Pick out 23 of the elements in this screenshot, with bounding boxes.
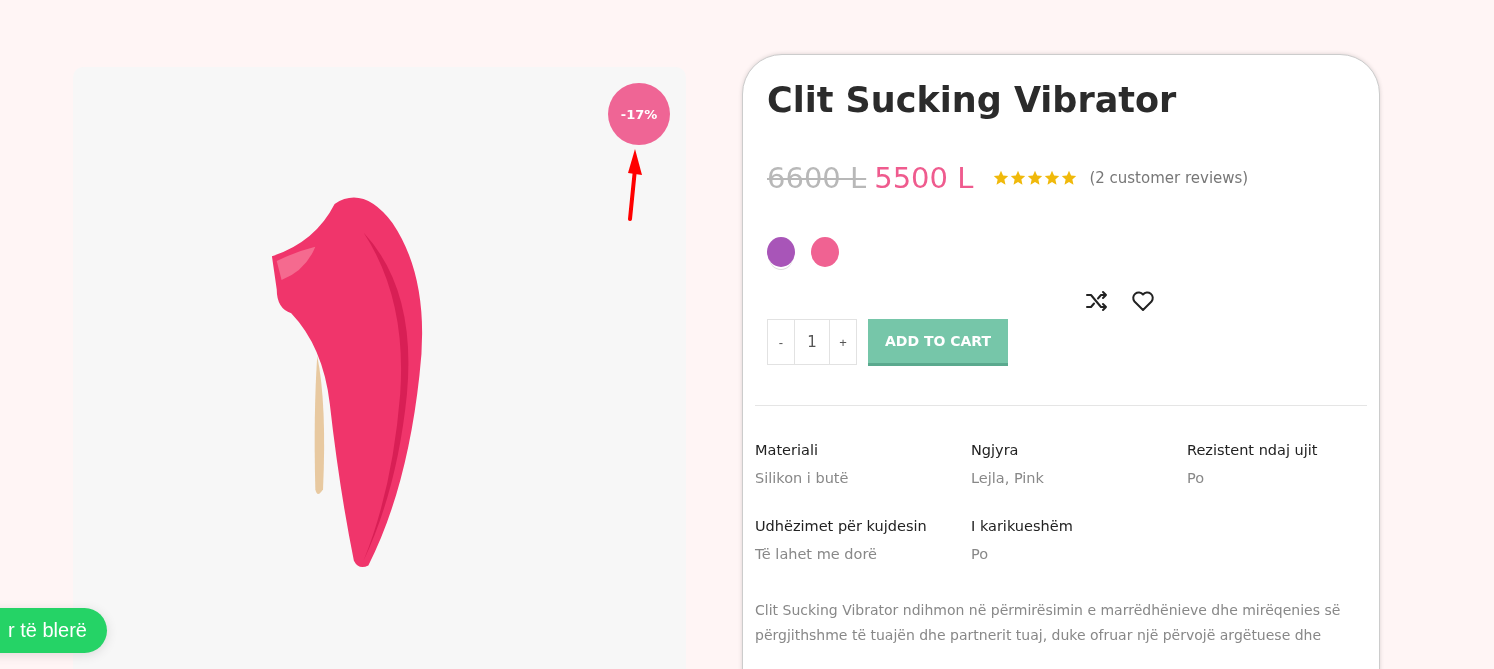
attribute-value: Të lahet me dorë [755, 546, 878, 562]
quantity-field[interactable]: 1 [795, 319, 829, 365]
attribute-label: Rezistent ndaj ujit [1187, 442, 1319, 458]
attribute-label: I karikueshëm [971, 518, 1074, 534]
attribute-label: Udhëzimet për kujdesin [755, 518, 928, 534]
discount-badge: -17% [608, 83, 670, 145]
sale-price: 5500 L [874, 161, 974, 195]
attribute-label: Ngjyra [971, 442, 1020, 458]
attribute-value: Po [1187, 470, 1206, 486]
shuffle-icon[interactable] [1085, 289, 1109, 313]
increase-button[interactable]: + [829, 319, 857, 365]
product-description: Clit Sucking Vibrator ndihmon në përmirësimin e marrëdhënieve dhe mirëqenies së përgjithshme të tuajën dhe partnerit tuaj, duke ofruar një përvojë argëtuese dhe [755, 601, 1342, 645]
heart-icon[interactable] [1131, 289, 1155, 313]
attribute-value: Lejla, Pink [971, 470, 1045, 486]
decrease-button[interactable]: - [767, 319, 795, 365]
color-swatch[interactable] [767, 237, 795, 267]
color-swatch[interactable] [811, 237, 839, 267]
reviews-link[interactable]: (2 customer reviews) [1089, 169, 1249, 187]
attribute-label: Materiali [755, 442, 819, 458]
product-title: Clit Sucking Vibrator [767, 79, 1178, 121]
attribute-value: Po [971, 546, 990, 562]
old-price: 6600 L [767, 161, 867, 195]
attribute-value: Silikon i butë [755, 470, 850, 486]
